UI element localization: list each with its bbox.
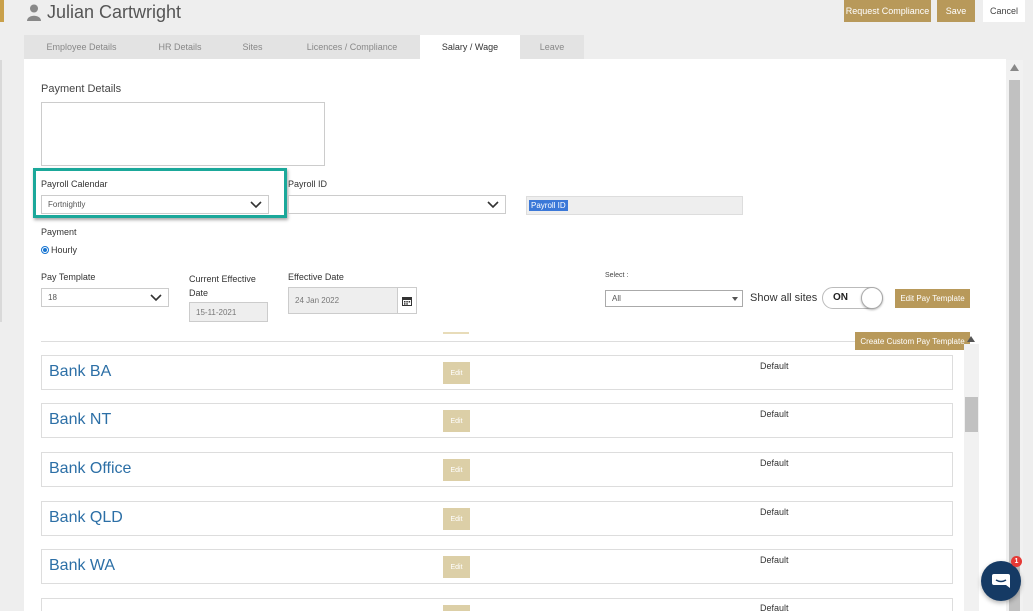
user-icon [27,4,41,21]
template-name-link[interactable]: Bank NT [49,411,111,429]
chevron-down-icon [250,200,262,208]
clipped-edit-button [443,332,469,334]
payroll-calendar-value: Fortnightly [48,200,86,209]
payroll-id-input[interactable]: Payroll ID [526,196,743,215]
payment-details-label: Payment Details [41,83,122,95]
edit-template-button[interactable]: Edit [443,459,470,481]
radio-selected-dot [43,248,47,252]
edit-template-button[interactable]: Edit [443,508,470,530]
show-all-sites-toggle[interactable]: ON [822,287,883,309]
edit-template-button[interactable]: Edit [443,410,470,432]
calendar-icon [402,296,412,306]
payment-label: Payment [41,227,77,237]
payroll-id-input-value: Payroll ID [529,200,568,211]
list-scrollbar-track[interactable] [964,344,979,611]
site-filter-value: All [612,294,621,303]
chevron-down-icon [150,293,162,301]
payroll-calendar-label: Payroll Calendar [41,179,108,189]
toggle-knob [861,287,883,309]
template-status: Default [760,361,789,371]
chat-notification-badge: 1 [1011,556,1022,567]
tab-salary-wage[interactable]: Salary / Wage [420,35,520,59]
pay-template-value: 18 [48,293,57,302]
tab-leave[interactable]: Leave [520,35,584,59]
effective-date-label: Effective Date [288,272,344,282]
edit-template-button[interactable] [443,605,470,611]
request-compliance-button[interactable]: Request Compliance [844,0,931,22]
pay-template-select[interactable]: 18 [41,288,169,307]
list-top-border [41,332,953,342]
template-name-link[interactable]: Bank BA [49,363,111,381]
hourly-radio[interactable] [41,246,49,254]
page-scrollbar-thumb[interactable] [1009,80,1020,611]
select-label: Select : [605,272,629,279]
template-status: Default [760,603,789,611]
calendar-button[interactable] [397,287,417,314]
cancel-button[interactable]: Cancel [983,0,1025,22]
left-edge-divider [0,60,2,322]
chat-widget-button[interactable] [981,561,1021,601]
header-accent-bar [0,0,4,22]
template-status: Default [760,458,789,468]
payment-details-textarea[interactable] [41,102,325,166]
template-row: Bank NT Edit Default [41,403,953,438]
template-row: Bank Office Edit Default [41,452,953,487]
site-filter-select[interactable]: All [605,290,743,307]
template-status: Default [760,409,789,419]
save-button[interactable]: Save [937,0,975,22]
scroll-up-arrow-icon[interactable] [967,336,975,342]
chat-icon [992,574,1010,588]
chevron-down-icon [487,200,499,208]
template-row: Bank BA Edit Default [41,355,953,390]
employee-name: Julian Cartwright [47,2,182,22]
template-status: Default [760,555,789,565]
tab-hr-details[interactable]: HR Details [139,35,221,59]
template-row: Bank WA Edit Default [41,549,953,584]
payroll-id-select[interactable] [288,195,506,214]
pay-template-label: Pay Template [41,272,96,282]
tab-sites[interactable]: Sites [221,35,284,59]
current-effective-date-field: 15-11-2021 [189,302,268,322]
template-row: Bank QLD Edit Default [41,501,953,536]
show-all-sites-label: Show all sites [750,292,818,304]
template-name-link[interactable]: Bank QLD [49,509,123,527]
tab-employee-details[interactable]: Employee Details [24,35,139,59]
list-scrollbar-thumb[interactable] [965,397,978,432]
scroll-up-arrow-icon[interactable] [1010,64,1019,71]
tab-bar: Employee Details HR Details Sites Licenc… [24,35,584,59]
payroll-calendar-select[interactable]: Fortnightly [41,195,269,214]
template-name-link[interactable]: Bank WA [49,557,115,575]
edit-pay-template-button[interactable]: Edit Pay Template [895,289,970,308]
payroll-id-label: Payroll ID [288,179,328,189]
template-status: Default [760,507,789,517]
edit-template-button[interactable]: Edit [443,362,470,384]
current-effective-date-label: Current Effective Date [189,274,256,298]
caret-down-icon [732,297,738,301]
effective-date-input[interactable]: 24 Jan 2022 [288,287,398,314]
template-row: Default [41,598,953,611]
toggle-state-label: ON [833,292,848,303]
tab-licences-compliance[interactable]: Licences / Compliance [284,35,420,59]
template-name-link[interactable]: Bank Office [49,460,131,478]
edit-template-button[interactable]: Edit [443,556,470,578]
create-custom-pay-template-button[interactable]: Create Custom Pay Template [855,332,970,350]
hourly-label: Hourly [51,245,78,255]
